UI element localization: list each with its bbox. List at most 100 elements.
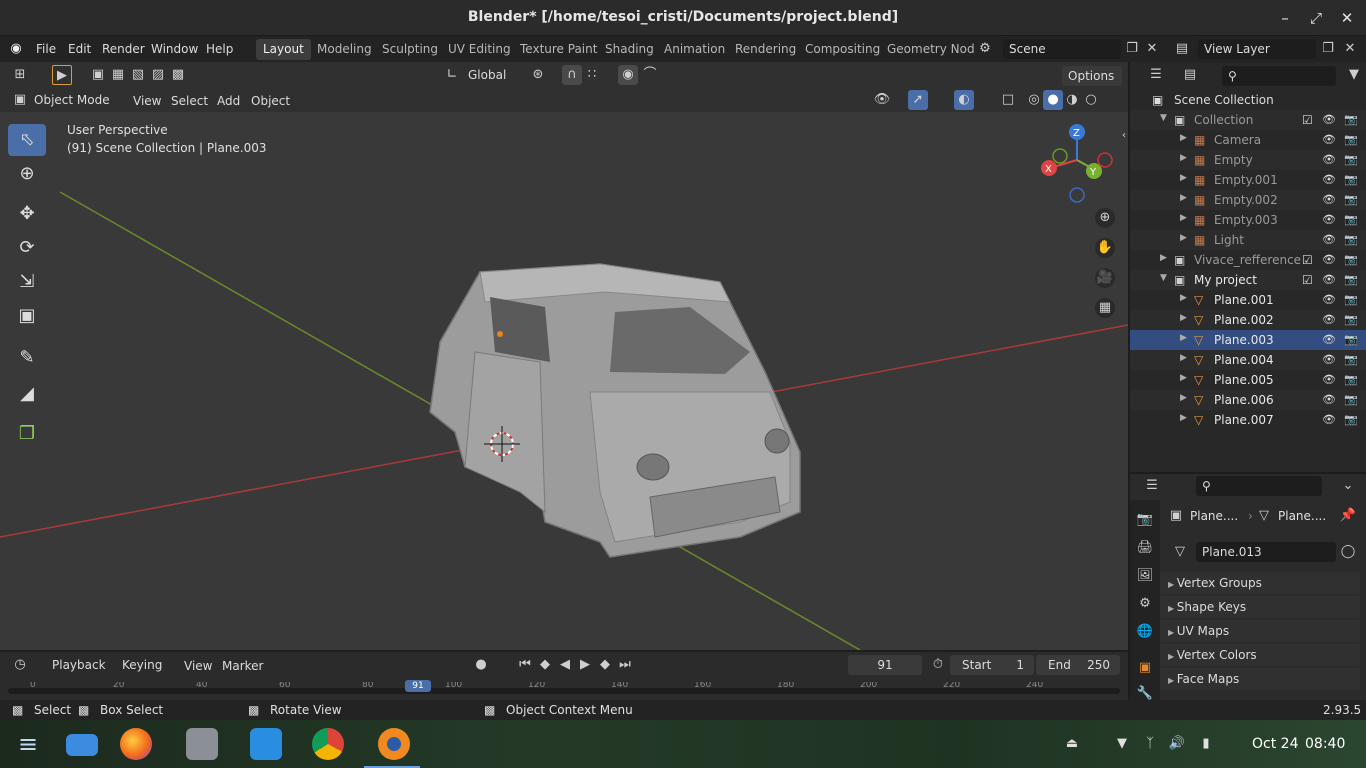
select-extend-icon[interactable]: ▦	[108, 65, 128, 85]
tab-rendering[interactable]: Rendering	[728, 39, 803, 60]
mode-dropdown[interactable]: Object Mode	[28, 90, 118, 110]
breadcrumb-mesh[interactable]: Plane....	[1278, 509, 1326, 523]
select-intersect-icon[interactable]: ▩	[168, 65, 188, 85]
editor-type-icon[interactable]: ⊞	[10, 65, 30, 85]
visibility-icon[interactable]: 👁	[872, 90, 892, 110]
expand-arrow-icon[interactable]: ▶	[1180, 313, 1187, 323]
cursor-tool-icon[interactable]: ⊕	[8, 158, 46, 190]
visibility-eye-icon[interactable]: 👁	[1322, 173, 1336, 186]
firefox-icon[interactable]	[120, 728, 152, 760]
mesh-datablock-icon[interactable]: ▽	[1170, 542, 1190, 562]
play-reverse-icon[interactable]: ◀	[555, 655, 575, 675]
eject-icon[interactable]: ⏏	[1062, 734, 1082, 754]
properties-search-input[interactable]: ⚲	[1196, 476, 1322, 496]
tab-shading[interactable]: Shading	[598, 39, 661, 60]
expand-arrow-icon[interactable]: ▶	[1180, 193, 1187, 203]
auto-key-icon[interactable]: ●	[471, 655, 491, 675]
visibility-eye-icon[interactable]: 👁	[1322, 313, 1336, 326]
tab-layout[interactable]: Layout	[256, 39, 311, 60]
render-camera-icon[interactable]: 📷	[1344, 233, 1358, 246]
wireframe-shading-icon[interactable]: ◎	[1024, 90, 1044, 110]
chrome-icon[interactable]	[312, 728, 344, 760]
select-subtract-icon[interactable]: ▧	[128, 65, 148, 85]
expand-arrow-icon[interactable]: ▶	[1180, 373, 1187, 383]
blender-logo-icon[interactable]: ◉	[6, 39, 26, 59]
render-camera-icon[interactable]: 📷	[1344, 313, 1358, 326]
battery-icon[interactable]: ▮	[1196, 734, 1216, 754]
close-button[interactable]: ✕	[1337, 8, 1357, 28]
render-camera-icon[interactable]: 📷	[1344, 273, 1358, 286]
visibility-eye-icon[interactable]: 👁	[1322, 233, 1336, 246]
visibility-eye-icon[interactable]: 👁	[1322, 413, 1336, 426]
playhead[interactable]: 91	[405, 680, 431, 692]
taskbar-date[interactable]: Oct 24	[1252, 736, 1298, 752]
outliner-item[interactable]: ▶ ▽ Plane.002 👁 📷	[1130, 310, 1366, 330]
render-camera-icon[interactable]: 📷	[1344, 213, 1358, 226]
properties-panel-header[interactable]: ▶ Vertex Colors	[1160, 644, 1360, 666]
tab-texture-paint[interactable]: Texture Paint	[513, 39, 604, 60]
camera-view-icon[interactable]: 🎥	[1095, 268, 1115, 288]
minimize-button[interactable]: –	[1275, 8, 1295, 28]
outliner-item[interactable]: ▶ ▣ Vivace_refference 👁 📷 ☑	[1130, 250, 1366, 270]
next-keyframe-icon[interactable]: ◆	[595, 655, 615, 675]
files-icon[interactable]	[186, 728, 218, 760]
tab-geometry-nodes[interactable]: Geometry Nod	[880, 39, 982, 60]
outliner-item[interactable]: ▶ ▽ Plane.001 👁 📷	[1130, 290, 1366, 310]
outliner-item[interactable]: ▶ ▦ Empty 👁 📷	[1130, 150, 1366, 170]
software-store-icon[interactable]	[250, 728, 282, 760]
overlay-toggle-icon[interactable]: ◐	[954, 90, 974, 110]
sidebar-toggle-icon[interactable]: ‹	[1114, 126, 1128, 146]
properties-options-icon[interactable]: ⌄	[1338, 476, 1358, 496]
properties-panel-header[interactable]: ▶ Shape Keys	[1160, 596, 1360, 618]
current-frame-field[interactable]: 91	[848, 655, 922, 675]
preview-range-icon[interactable]: ⏱	[928, 655, 948, 675]
gizmo-toggle-icon[interactable]: ➚	[908, 90, 928, 110]
mesh-name-field[interactable]: Plane.013	[1196, 542, 1336, 562]
outliner-root-row[interactable]: ▣ Scene Collection	[1130, 90, 1366, 110]
visibility-eye-icon[interactable]: 👁	[1322, 193, 1336, 206]
volume-icon[interactable]: 🔊	[1167, 734, 1187, 754]
outliner-item[interactable]: ▶ ▽ Plane.007 👁 📷	[1130, 410, 1366, 430]
render-camera-icon[interactable]: 📷	[1344, 333, 1358, 346]
pan-hand-icon[interactable]: ✋	[1095, 238, 1115, 258]
end-frame-field[interactable]: End 250	[1036, 655, 1120, 675]
expand-arrow-icon[interactable]: ▶	[1180, 153, 1187, 163]
render-camera-icon[interactable]: 📷	[1344, 193, 1358, 206]
outliner-item[interactable]: ▶ ▽ Plane.005 👁 📷	[1130, 370, 1366, 390]
visibility-eye-icon[interactable]: 👁	[1322, 373, 1336, 386]
visibility-eye-icon[interactable]: 👁	[1322, 213, 1336, 226]
outliner-editor-icon[interactable]: ☰	[1146, 65, 1166, 85]
render-camera-icon[interactable]: 📷	[1344, 253, 1358, 266]
outliner-item[interactable]: ▶ ▦ Empty.001 👁 📷	[1130, 170, 1366, 190]
visibility-eye-icon[interactable]: 👁	[1322, 293, 1336, 306]
taskbar-time[interactable]: 08:40	[1305, 736, 1345, 752]
outliner-item[interactable]: ▶ ▦ Light 👁 📷	[1130, 230, 1366, 250]
ortho-grid-icon[interactable]: ▦	[1095, 298, 1115, 318]
pin-icon[interactable]: 📌	[1338, 506, 1358, 526]
outliner-search-input[interactable]: ⚲	[1222, 66, 1336, 86]
visibility-eye-icon[interactable]: 👁	[1322, 133, 1336, 146]
bluetooth-icon[interactable]: ᛉ	[1140, 734, 1160, 754]
orientation-dropdown[interactable]: Global	[462, 65, 518, 85]
options-dropdown[interactable]: Options	[1062, 66, 1122, 86]
expand-arrow-icon[interactable]: ▶	[1160, 253, 1167, 263]
properties-panel-header[interactable]: ▶ UV Maps	[1160, 620, 1360, 642]
visibility-eye-icon[interactable]: 👁	[1322, 393, 1336, 406]
pivot-icon[interactable]: ⊛	[528, 65, 548, 85]
rotate-tool-icon[interactable]: ⟳	[8, 232, 46, 264]
outliner-item[interactable]: ▶ ▦ Empty.002 👁 📷	[1130, 190, 1366, 210]
scene-tab-icon[interactable]: ⚙	[1135, 594, 1155, 614]
outliner-item[interactable]: ▶ ▽ Plane.003 👁 📷	[1130, 330, 1366, 350]
prev-keyframe-icon[interactable]: ◆	[535, 655, 555, 675]
outliner-item[interactable]: ▶ ▽ Plane.004 👁 📷	[1130, 350, 1366, 370]
transform-orientation-icon[interactable]: ∟	[442, 65, 462, 85]
menu-help[interactable]: Help	[206, 42, 233, 56]
outliner-item[interactable]: ▶ ▦ Camera 👁 📷	[1130, 130, 1366, 150]
view-layer-field[interactable]: View Layer	[1198, 39, 1316, 59]
jump-end-icon[interactable]: ⏭	[615, 655, 635, 675]
tab-uv-editing[interactable]: UV Editing	[441, 39, 518, 60]
fake-user-icon[interactable]: ◯	[1338, 542, 1358, 562]
tab-sculpting[interactable]: Sculpting	[375, 39, 445, 60]
3d-viewport[interactable]: Z Y X User Perspective (91) Scene Collec…	[0, 112, 1128, 650]
timeline-menu-view[interactable]: View	[184, 659, 212, 673]
